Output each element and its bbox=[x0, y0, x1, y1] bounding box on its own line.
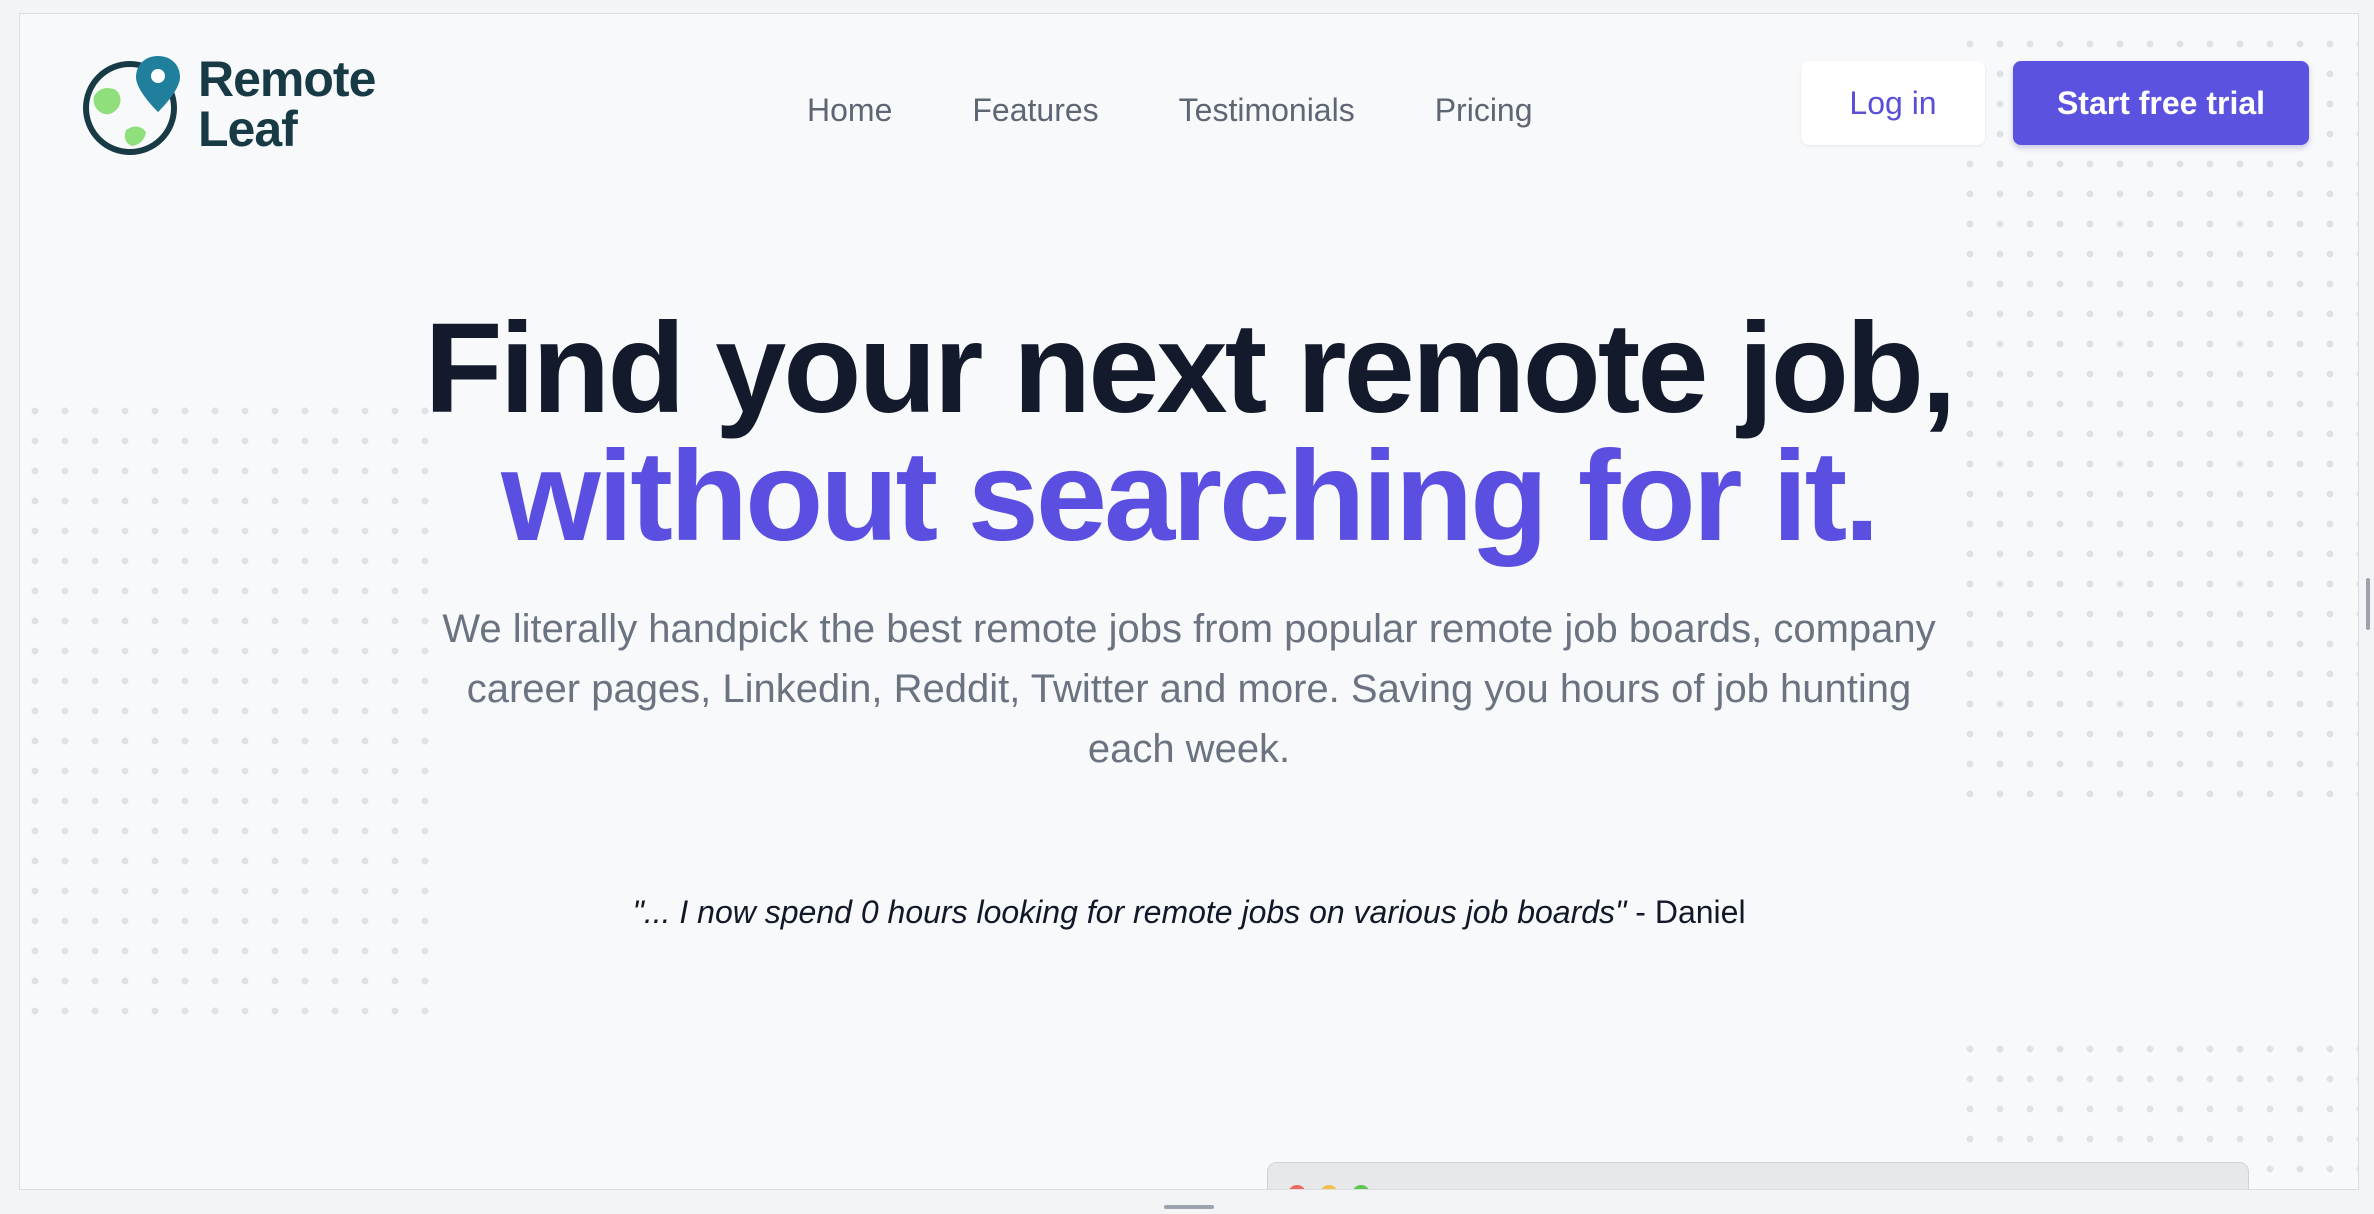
testimonial-quote: "... I now spend 0 hours looking for rem… bbox=[20, 894, 2358, 931]
quote-author: - Daniel bbox=[1626, 894, 1746, 930]
nav-pricing[interactable]: Pricing bbox=[1435, 92, 1533, 129]
nav-home[interactable]: Home bbox=[807, 92, 892, 129]
logo-text: Remote Leaf bbox=[198, 50, 376, 157]
window-maximize-dot bbox=[1352, 1185, 1370, 1189]
window-minimize-dot bbox=[1320, 1185, 1338, 1189]
scrollbar-handle[interactable] bbox=[2366, 578, 2370, 630]
logo-line-1: Remote bbox=[198, 50, 376, 107]
globe-pin-icon bbox=[80, 46, 190, 161]
nav-testimonials[interactable]: Testimonials bbox=[1179, 92, 1355, 129]
login-button[interactable]: Log in bbox=[1801, 61, 1985, 145]
hero-title-line-1: Find your next remote job, bbox=[424, 297, 1956, 440]
window-close-dot bbox=[1288, 1185, 1306, 1189]
logo-line-2: Leaf bbox=[198, 100, 298, 157]
app-preview-window bbox=[1267, 1162, 2249, 1189]
start-free-trial-button[interactable]: Start free trial bbox=[2013, 61, 2309, 145]
site-logo[interactable]: Remote Leaf bbox=[80, 46, 376, 161]
hero-title-line-2: without searching for it. bbox=[501, 425, 1880, 568]
hero-subtitle: We literally handpick the best remote jo… bbox=[442, 607, 1936, 771]
main-nav: Home Features Testimonials Pricing bbox=[807, 92, 1533, 129]
quote-text: "... I now spend 0 hours looking for rem… bbox=[632, 894, 1627, 930]
bottom-grip-handle[interactable] bbox=[1164, 1205, 1214, 1209]
nav-features[interactable]: Features bbox=[972, 92, 1098, 129]
browser-viewport: Remote Leaf Home Features Testimonials P… bbox=[19, 13, 2359, 1190]
